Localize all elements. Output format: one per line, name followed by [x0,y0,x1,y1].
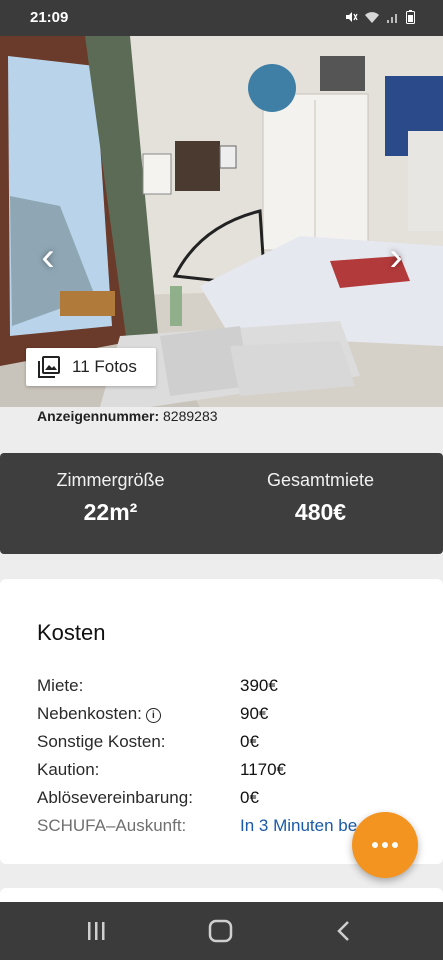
cost-value: 1170€ [240,760,287,779]
cost-value: 0€ [240,732,259,751]
back-button[interactable] [330,919,360,943]
more-dots-icon [372,842,378,848]
cost-label: SCHUFA–Auskunft: [37,816,187,835]
status-bar: 21:09 [0,0,443,36]
status-icons [344,10,415,29]
cost-row-rent: Miete: 390€ [37,676,437,700]
cost-value: 0€ [240,788,259,807]
cost-label: Sonstige Kosten: [37,732,166,751]
photo-count-button[interactable]: 11 Fotos [26,348,156,386]
total-rent-label: Gesamtmiete [266,470,375,490]
image-gallery-icon [38,356,60,378]
ad-number-value: 8289283 [163,408,218,424]
cost-row-utilities: Nebenkosten: i 90€ [37,704,437,728]
more-actions-button[interactable] [352,812,418,878]
ad-number: Anzeigennummer: 8289283 [37,408,218,424]
status-time: 21:09 [30,9,69,26]
home-icon [208,919,233,943]
home-button[interactable] [206,919,236,943]
cost-row-transfer-agreement: Ablösevereinbarung: 0€ [37,788,437,812]
room-size-value: 22m² [83,499,138,525]
previous-photo-button[interactable]: ‹ [28,232,68,282]
total-rent-stat: Gesamtmiete 480€ [210,453,431,526]
schufa-link[interactable]: In 3 Minuten be [240,816,357,836]
back-icon [337,921,349,941]
ad-number-label: Anzeigennummer: [37,408,160,424]
more-dots-icon [392,842,398,848]
cost-label-text: Nebenkosten: [37,704,142,723]
next-photo-button[interactable]: › [376,232,416,282]
wifi-icon [364,11,380,29]
cost-label: Ablösevereinbarung: [37,788,193,807]
signal-icon [386,11,400,29]
cost-row-other-costs: Sonstige Kosten: 0€ [37,732,437,756]
battery-icon [406,10,415,29]
photo-count-label: 11 Fotos [72,357,137,376]
mute-icon [344,10,358,29]
key-facts-panel: Zimmergröße 22m² Gesamtmiete 480€ [0,453,443,554]
more-dots-icon [382,842,388,848]
cost-label: Nebenkosten: i [37,704,161,724]
room-size-label: Zimmergröße [56,470,165,490]
cost-row-deposit: Kaution: 1170€ [37,760,437,784]
cost-value: 90€ [240,704,269,723]
room-size-stat: Zimmergröße 22m² [0,453,221,526]
cost-label: Kaution: [37,760,100,779]
cost-value: 390€ [240,676,278,695]
info-icon[interactable]: i [145,708,161,723]
cost-label: Miete: [37,676,84,695]
total-rent-value: 480€ [294,499,347,525]
system-navigation-bar [0,902,443,960]
costs-title: Kosten [37,620,106,645]
recent-apps-button[interactable] [82,919,112,943]
recent-apps-icon [88,922,105,940]
